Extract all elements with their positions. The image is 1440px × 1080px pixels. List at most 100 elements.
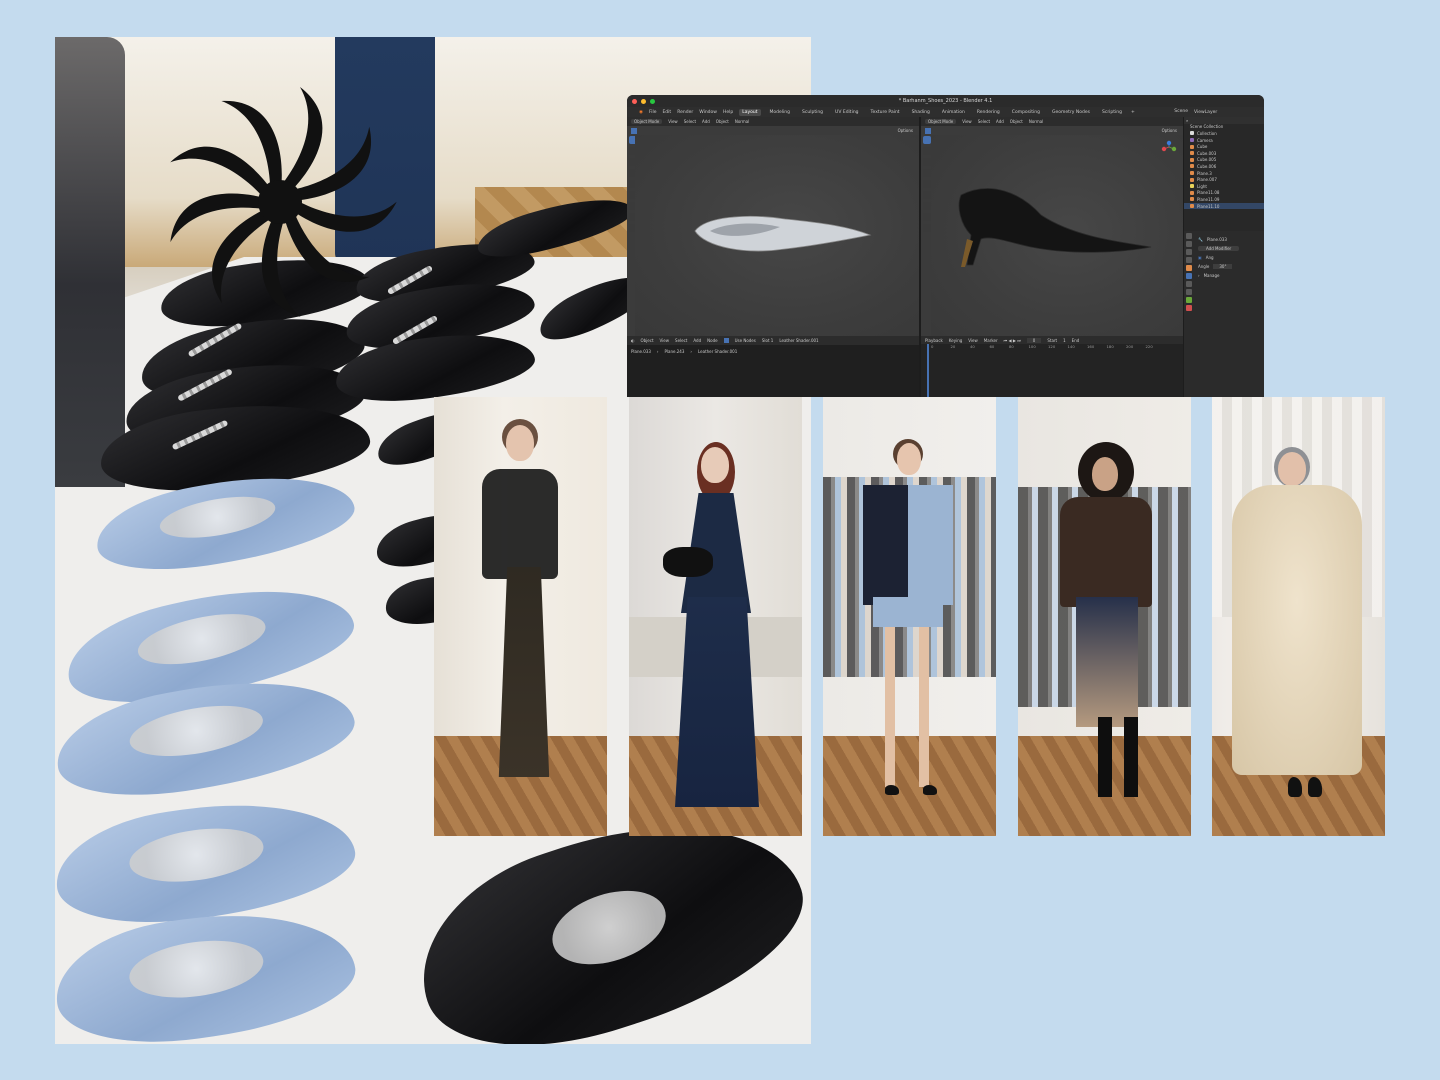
rotate-tool-icon[interactable] — [923, 169, 931, 177]
menu-object[interactable]: Object — [716, 119, 729, 124]
tab-texture-paint[interactable]: Texture Paint — [868, 109, 903, 116]
navigation-gizmo-icon[interactable] — [1161, 139, 1177, 155]
move-tool-icon[interactable] — [923, 158, 931, 166]
outliner-item[interactable]: Cube — [1184, 143, 1264, 150]
menu-view[interactable]: View — [968, 338, 978, 343]
material-dropdown[interactable]: Leather Shader.001 — [779, 338, 818, 343]
render-tab-icon[interactable] — [1186, 241, 1192, 247]
tab-geometry-nodes[interactable]: Geometry Nodes — [1049, 109, 1093, 116]
menu-keying[interactable]: Keying — [949, 338, 962, 343]
orientation-dropdown[interactable]: Normal — [735, 119, 749, 124]
outliner-item[interactable]: Camera — [1184, 137, 1264, 144]
viewlayer-selector[interactable]: ViewLayer — [1190, 107, 1264, 117]
menu-view[interactable]: View — [962, 119, 972, 124]
options-dropdown[interactable]: Options — [1162, 128, 1177, 133]
menu-select[interactable]: Select — [684, 119, 696, 124]
outliner-item[interactable]: Cube.003 — [1184, 150, 1264, 157]
3d-view-right[interactable] — [931, 135, 1183, 349]
data-tab-icon[interactable] — [1186, 297, 1192, 303]
mode-dropdown[interactable]: Object Mode — [925, 119, 957, 124]
modifier-tab-icon[interactable] — [1186, 273, 1192, 279]
search-icon[interactable]: ⌕ — [1186, 118, 1188, 123]
outliner-item[interactable]: Plane11.08 — [1184, 190, 1264, 197]
annotate-tool-icon[interactable] — [923, 202, 931, 210]
select-mode-icon[interactable] — [925, 127, 931, 134]
breadcrumb-item[interactable]: Plane.033 — [631, 349, 651, 354]
orientation-dropdown[interactable]: Normal — [1029, 119, 1043, 124]
outliner-item[interactable]: Plane11.09 — [1184, 196, 1264, 203]
cursor-tool-icon[interactable] — [923, 147, 931, 155]
outliner-item[interactable]: Plane.3 — [1184, 170, 1264, 177]
menu-object[interactable]: Object — [1010, 119, 1023, 124]
3d-view-left[interactable] — [635, 135, 919, 339]
menu-help[interactable]: Help — [723, 110, 733, 115]
menu-view[interactable]: View — [668, 119, 678, 124]
menu-marker[interactable]: Marker — [984, 338, 998, 343]
playhead[interactable] — [927, 344, 929, 397]
constraint-tab-icon[interactable] — [1186, 289, 1192, 295]
add-cube-tool-icon[interactable] — [923, 224, 931, 232]
physics-tab-icon[interactable] — [1186, 281, 1192, 287]
tab-animation[interactable]: Animation — [939, 109, 968, 116]
menu-playback[interactable]: Playback — [925, 338, 943, 343]
menu-add[interactable]: Add — [996, 119, 1004, 124]
breadcrumb-item[interactable]: Leather Shader.001 — [698, 349, 737, 354]
mode-dropdown[interactable]: Object Mode — [631, 119, 663, 124]
outliner-item[interactable]: Cube.006 — [1184, 163, 1264, 170]
select-mode-icon[interactable] — [631, 127, 637, 134]
options-dropdown[interactable]: Options — [898, 128, 913, 133]
tab-sculpting[interactable]: Sculpting — [799, 109, 826, 116]
modifier-icon: ▣ — [1198, 255, 1202, 260]
tab-uv-editing[interactable]: UV Editing — [832, 109, 861, 116]
angle-field[interactable]: 30° — [1213, 264, 1233, 269]
output-tab-icon[interactable] — [1186, 249, 1192, 255]
menu-edit[interactable]: Edit — [662, 110, 671, 115]
outliner-item[interactable]: Collection — [1184, 130, 1264, 137]
outliner-scene-collection[interactable]: Scene Collection — [1184, 124, 1264, 131]
breadcrumb-item[interactable]: Plane.243 — [665, 349, 685, 354]
menu-window[interactable]: Window — [699, 110, 717, 115]
menu-view[interactable]: View — [660, 338, 670, 343]
object-dropdown[interactable]: Object — [641, 338, 654, 343]
tab-scripting[interactable]: Scripting — [1099, 109, 1125, 116]
add-modifier-button[interactable]: Add Modifier — [1198, 246, 1240, 251]
menu-select[interactable]: Select — [978, 119, 990, 124]
use-nodes-checkbox[interactable] — [723, 338, 729, 343]
add-workspace-icon[interactable]: + — [1131, 110, 1135, 115]
outliner-item[interactable]: Plane11.10 — [1184, 202, 1264, 210]
tab-rendering[interactable]: Rendering — [974, 109, 1003, 116]
chevron-right-icon[interactable]: › — [1198, 273, 1200, 278]
outliner-item[interactable]: Light — [1184, 183, 1264, 190]
properties-panel[interactable]: 🔧 Plane.033 Add Modifier ▣ Ang Angle 30°… — [1184, 231, 1264, 397]
material-tab-icon[interactable] — [1186, 305, 1192, 311]
menu-file[interactable]: File — [649, 110, 657, 115]
menu-node[interactable]: Node — [707, 338, 717, 343]
transform-tool-icon[interactable] — [923, 191, 931, 199]
scene-tab-icon[interactable] — [1186, 257, 1192, 263]
tab-compositing[interactable]: Compositing — [1009, 109, 1043, 116]
editor-type-icon[interactable]: ◐ — [631, 338, 635, 343]
measure-tool-icon[interactable] — [923, 213, 931, 221]
tab-shading[interactable]: Shading — [909, 109, 933, 116]
menu-add[interactable]: Add — [702, 119, 710, 124]
slot-dropdown[interactable]: Slot 1 — [762, 338, 773, 343]
menu-select[interactable]: Select — [675, 338, 687, 343]
scale-tool-icon[interactable] — [923, 180, 931, 188]
tab-layout[interactable]: Layout — [739, 108, 761, 116]
manage-label[interactable]: Manage — [1204, 273, 1220, 278]
blender-logo-icon[interactable]: ◉ — [639, 110, 643, 115]
tab-modeling[interactable]: Modeling — [767, 109, 793, 116]
outliner-item[interactable]: Cube.005 — [1184, 157, 1264, 164]
start-frame-field[interactable]: 1 — [1063, 338, 1066, 343]
select-tool-icon[interactable] — [923, 136, 931, 144]
scene-selector[interactable]: Scene — [1174, 107, 1188, 117]
outliner-item[interactable]: Plane.007 — [1184, 176, 1264, 183]
timeline[interactable]: Playback Keying View Marker ⏮ ◀ ▶ ⏭ 0 St… — [921, 336, 1183, 397]
current-frame-field[interactable]: 0 — [1026, 337, 1042, 343]
shader-editor[interactable]: ◐ Object View Select Add Node Use Nodes … — [627, 336, 919, 397]
menu-add[interactable]: Add — [693, 338, 701, 343]
tool-tab-icon[interactable] — [1186, 233, 1192, 239]
menu-render[interactable]: Render — [677, 110, 693, 115]
playback-controls-icon[interactable]: ⏮ ◀ ▶ ⏭ — [1004, 338, 1021, 343]
object-tab-icon[interactable] — [1186, 265, 1192, 271]
